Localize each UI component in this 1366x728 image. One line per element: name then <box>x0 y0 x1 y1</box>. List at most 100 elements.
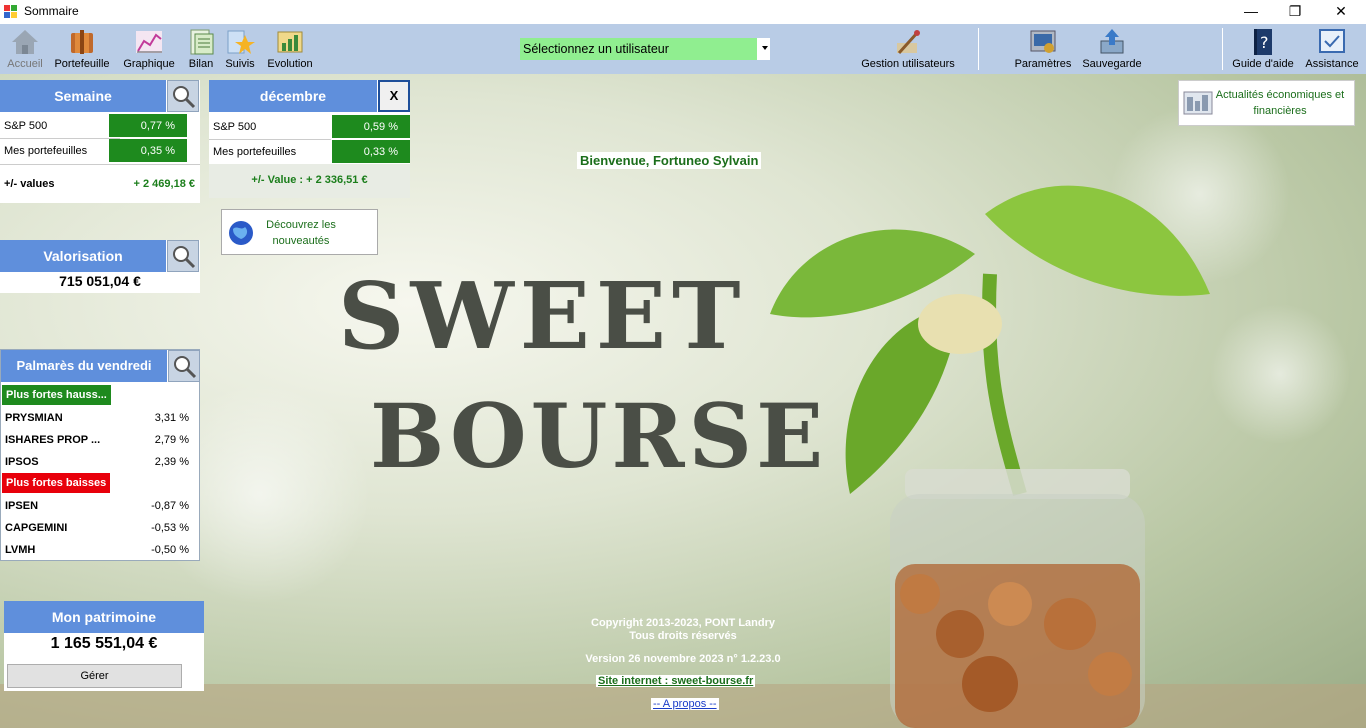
row-name: S&P 500 <box>213 121 257 133</box>
logo-line-1: SWEET <box>338 262 747 370</box>
evolution-icon <box>277 31 303 53</box>
toolbar-label: Assistance <box>1305 58 1359 70</box>
list-item: IPSEN -0,87 % <box>1 495 199 517</box>
user-select[interactable]: Sélectionnez un utilisateur <box>520 38 770 60</box>
mois-panel: décembre X S&P 500 0,59 % Mes portefeuil… <box>209 80 410 198</box>
toolbar-label: Guide d'aide <box>1232 58 1294 70</box>
row-name: Mes portefeuilles <box>213 146 297 158</box>
row-name: S&P 500 <box>4 120 48 132</box>
item-value: -0,87 % <box>151 500 189 512</box>
valorisation-search-button[interactable] <box>167 240 199 272</box>
list-item: ISHARES PROP ... 2,79 % <box>1 429 199 451</box>
toolbar-separator <box>1222 28 1223 70</box>
welcome-text: Bienvenue, Fortuneo Sylvain <box>577 152 762 169</box>
window-title: Sommaire <box>24 4 79 18</box>
toolbar-gestion-utilisateurs[interactable]: Gestion utilisateurs <box>856 24 960 74</box>
row-value: 0,35 % <box>109 139 187 162</box>
version-text: Version 26 novembre 2023 n° 1.2.23.0 <box>585 653 781 665</box>
patrimoine-value: 1 165 551,04 € <box>50 635 158 652</box>
actualites-button[interactable]: Actualités économiques et financières <box>1178 80 1355 126</box>
toolbar-label: Sauvegarde <box>1082 58 1142 70</box>
item-value: 2,79 % <box>154 434 189 446</box>
apropos-link[interactable]: -- A propos -- <box>651 698 719 710</box>
toolbar-bilan[interactable]: Bilan <box>183 24 219 74</box>
toolbar-label: Suivis <box>225 58 255 70</box>
toolbar-accueil[interactable]: Accueil <box>2 24 48 74</box>
baisses-tag: Plus fortes baisses <box>2 473 111 493</box>
mois-pv: +/- Value : + 2 336,51 € <box>251 174 368 186</box>
semaine-row-sp500: S&P 500 0,77 % <box>0 114 200 138</box>
toolbar-assistance[interactable]: Assistance <box>1302 24 1362 74</box>
toolbar-label: Paramètres <box>1014 58 1072 70</box>
toolbar-label: Gestion utilisateurs <box>861 58 955 70</box>
user-select-value: Sélectionnez un utilisateur <box>520 38 757 60</box>
toolbar-portefeuille[interactable]: Portefeuille <box>50 24 114 74</box>
house-icon <box>12 30 38 54</box>
svg-text:?: ? <box>1260 33 1269 52</box>
close-window-button[interactable]: ✕ <box>1318 0 1364 24</box>
divider <box>0 164 200 165</box>
user-tools-icon <box>897 30 920 55</box>
actualites-label: Actualités économiques et financières <box>1215 89 1345 117</box>
item-name: ISHARES PROP ... <box>5 434 101 446</box>
toolbar-parametres[interactable]: Paramètres <box>1012 24 1074 74</box>
semaine-search-button[interactable] <box>167 80 199 112</box>
logo-line-2: BOURSE <box>370 384 828 488</box>
item-value: 2,39 % <box>154 456 189 468</box>
item-value: 3,31 % <box>154 412 189 424</box>
toolbar-separator <box>978 28 979 70</box>
row-name: Mes portefeuilles <box>4 145 88 157</box>
toolbar-label: Graphique <box>123 58 175 70</box>
toolbar-graphique[interactable]: Graphique <box>119 24 179 74</box>
toolbar: Accueil Portefeuille Graphique Bilan Sui… <box>0 24 1366 74</box>
save-icon <box>1100 29 1124 54</box>
item-name: PRYSMIAN <box>5 412 63 424</box>
toolbar-evolution[interactable]: Evolution <box>262 24 318 74</box>
patrimoine-panel: Mon patrimoine 1 165 551,04 € Gérer <box>4 601 204 691</box>
semaine-panel: Semaine S&P 500 0,77 % Mes portefeuilles… <box>0 80 200 203</box>
toolbar-label: Evolution <box>267 58 313 70</box>
magnifier-icon <box>173 86 196 109</box>
report-icon <box>190 29 214 55</box>
minimize-button[interactable]: — <box>1228 0 1274 24</box>
list-item: IPSOS 2,39 % <box>1 451 199 473</box>
list-item: CAPGEMINI -0,53 % <box>1 517 199 539</box>
help-book-icon: ? <box>1254 29 1272 55</box>
rights-text: Tous droits réservés <box>629 630 737 642</box>
mois-row-sp500: S&P 500 0,59 % <box>209 115 410 139</box>
valorisation-panel: Valorisation 715 051,04 € <box>0 240 200 293</box>
app-icon <box>4 5 17 18</box>
list-item: LVMH -0,50 % <box>1 539 199 561</box>
nouveautes-label: Découvrez les nouveautés <box>266 219 336 247</box>
copyright-text: Copyright 2013-2023, PONT Landry <box>591 617 775 629</box>
semaine-pv-row: +/- values + 2 469,18 € <box>0 172 200 196</box>
chevron-down-icon <box>762 46 768 50</box>
semaine-header: Semaine <box>0 80 166 112</box>
item-name: LVMH <box>5 544 36 556</box>
title-bar: Sommaire — ❐ ✕ <box>0 0 1366 24</box>
semaine-row-portefeuilles: Mes portefeuilles 0,35 % <box>0 139 200 163</box>
item-name: IPSOS <box>5 456 39 468</box>
row-value: 0,77 % <box>109 114 187 137</box>
toolbar-sauvegarde[interactable]: Sauvegarde <box>1080 24 1144 74</box>
maximize-button[interactable]: ❐ <box>1272 0 1318 24</box>
newspaper-icon <box>1183 91 1213 115</box>
gerer-button[interactable]: Gérer <box>7 664 182 688</box>
site-link[interactable]: Site internet : sweet-bourse.fr <box>596 675 756 687</box>
palmares-search-button[interactable] <box>168 350 200 382</box>
globe-icon <box>229 221 253 245</box>
toolbar-label: Portefeuille <box>54 58 110 70</box>
row-value: 0,59 % <box>332 115 410 138</box>
mois-close-button[interactable]: X <box>378 80 410 112</box>
valorisation-value: 715 051,04 € <box>59 273 141 289</box>
item-name: IPSEN <box>5 500 39 512</box>
toolbar-suivis[interactable]: Suivis <box>222 24 258 74</box>
nouveautes-button[interactable]: Découvrez les nouveautés <box>221 209 378 255</box>
chart-icon <box>136 31 162 53</box>
toolbar-guide-aide[interactable]: ? Guide d'aide <box>1228 24 1298 74</box>
pv-value: + 2 469,18 € <box>133 178 195 190</box>
toolbar-label: Accueil <box>7 58 43 70</box>
patrimoine-header: Mon patrimoine <box>4 601 204 633</box>
item-name: CAPGEMINI <box>5 522 68 534</box>
toolbar-label: Bilan <box>188 58 214 70</box>
